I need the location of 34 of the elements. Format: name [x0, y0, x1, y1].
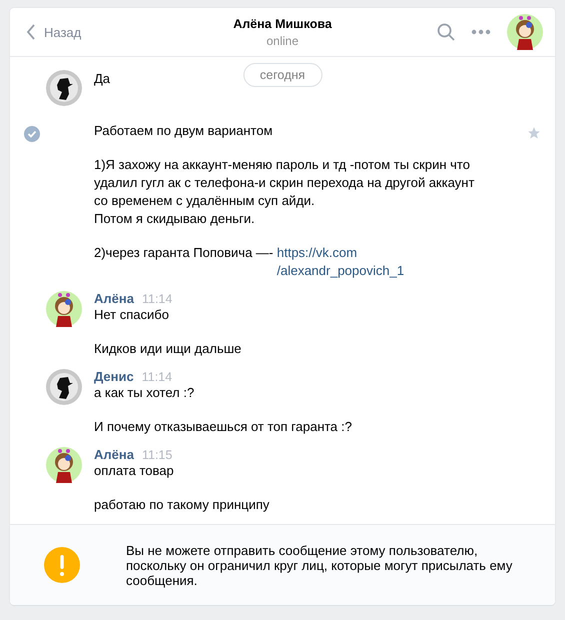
message-text: Нет спасибо — [94, 306, 169, 324]
message-text: Работаем по двум вариантом — [94, 122, 273, 140]
message-text: Да — [94, 70, 110, 88]
message-text: а как ты хотел :? — [94, 384, 194, 402]
search-icon[interactable] — [437, 23, 455, 41]
warning-icon — [44, 547, 80, 583]
message-text: И почему отказываешься от топ гаранта :? — [94, 418, 352, 436]
message-text: оплата товар — [94, 462, 174, 480]
notice-text: Вы не можете отправить сообщение этому пользователю, поскольку он ограничил круг лиц, которые могут присылать ему сообщения. — [126, 542, 514, 588]
message-time: 11:14 — [142, 292, 172, 306]
more-icon[interactable] — [471, 29, 491, 35]
avatar — [46, 291, 82, 327]
date-badge: сегодня — [242, 63, 322, 87]
star-icon[interactable] — [527, 126, 541, 140]
avatar — [507, 14, 543, 50]
message-time: 11:14 — [142, 370, 172, 384]
author-name[interactable]: Алёна — [94, 291, 134, 306]
check-icon[interactable] — [24, 126, 40, 142]
chat-title: Алёна Мишкова — [233, 16, 332, 30]
message-text: Кидков иди ищи дальше — [94, 340, 242, 358]
message-text: 2)через гаранта Поповича —- https://vk.com /alexandr_popovich_1 — [94, 244, 404, 280]
online-status: online — [266, 34, 299, 48]
profile-avatar-button[interactable] — [507, 14, 543, 50]
avatar — [46, 447, 82, 483]
back-icon — [26, 24, 36, 40]
message-time: 11:15 — [142, 448, 172, 462]
link[interactable]: https://vk.com /alexandr_popovich_1 — [276, 244, 404, 280]
author-name[interactable]: Алёна — [94, 447, 134, 462]
back-button[interactable]: Назад — [22, 20, 152, 44]
message-text: 1)Я захожу на аккаунт-меняю пароль и тд -потом ты скрин что удалил гугл ак с телефона-и скрин перехода на другой аккаунт со временем с удалённым суп айди. Потом я скидываю деньги. — [94, 156, 476, 228]
avatar — [46, 369, 82, 405]
author-name[interactable]: Денис — [94, 369, 134, 384]
message-text: работаю по такому принципу — [94, 496, 270, 514]
avatar — [46, 70, 82, 106]
